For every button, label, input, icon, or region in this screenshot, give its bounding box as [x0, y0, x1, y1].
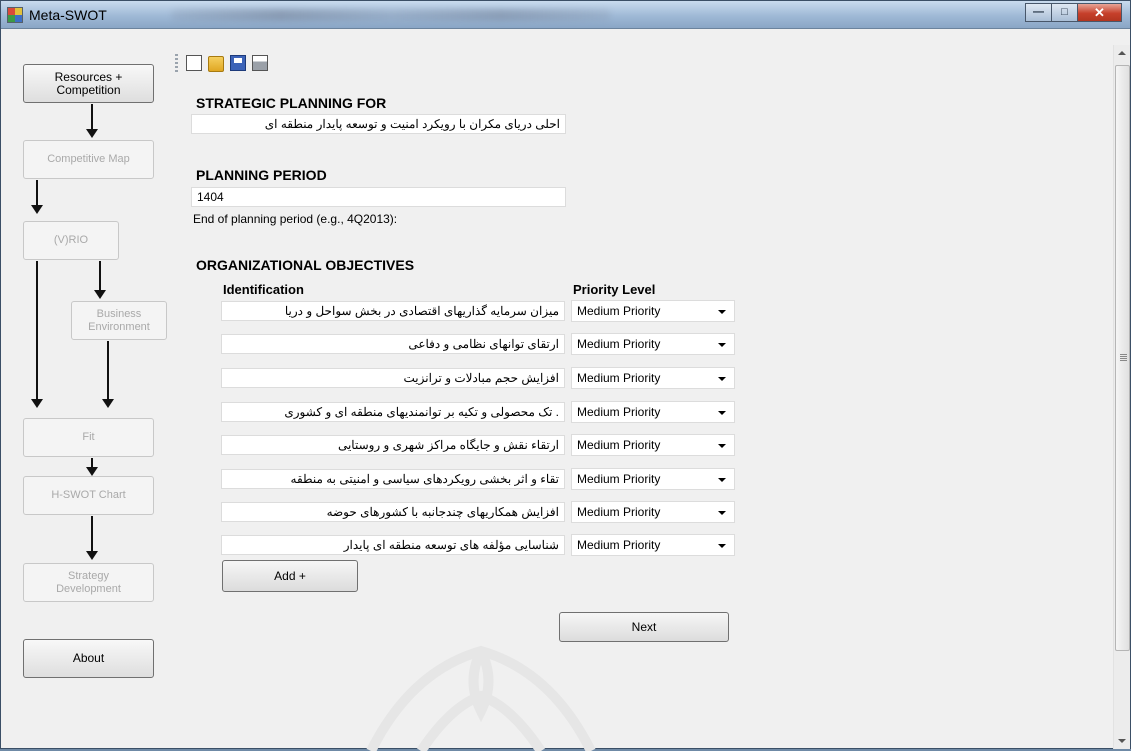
blurred-title-region: [171, 9, 611, 21]
window-title: Meta-SWOT: [29, 7, 107, 23]
priority-level-column-header: Priority Level: [573, 282, 656, 297]
toolbar-grip: [175, 54, 178, 72]
flow-arrow-line: [36, 180, 38, 205]
app-icon: [7, 7, 23, 23]
chevron-down-icon: [718, 444, 726, 448]
priority-select-value: Medium Priority: [577, 505, 661, 519]
watermark-emblem-icon: [366, 645, 596, 751]
planning-period-input[interactable]: 1404: [191, 187, 566, 207]
priority-select-value: Medium Priority: [577, 337, 661, 351]
chevron-down-icon: [718, 343, 726, 347]
sidebar-item-fit[interactable]: Fit: [23, 418, 154, 457]
minimize-icon[interactable]: —: [1025, 3, 1052, 22]
objective-input[interactable]: ارتقای توانهای نظامی و دفاعی: [221, 334, 565, 354]
strategic-planning-heading: STRATEGIC PLANNING FOR: [196, 95, 387, 111]
flow-arrow-line: [36, 261, 38, 399]
flow-arrow-line: [91, 104, 93, 129]
priority-select[interactable]: Medium Priority: [571, 401, 735, 423]
objective-input[interactable]: میزان سرمایه گذاریهای اقتصادی در بخش سوا…: [221, 301, 565, 321]
scrollbar-thumb[interactable]: [1115, 65, 1130, 651]
identification-column-header: Identification: [223, 282, 304, 297]
planning-period-heading: PLANNING PERIOD: [196, 167, 327, 183]
flow-arrow-line: [107, 341, 109, 399]
objective-input[interactable]: ارتقاء نقش و جایگاه مراکز شهری و روستایی: [221, 435, 565, 455]
arrow-down-icon: [86, 551, 98, 560]
chevron-down-icon: [718, 411, 726, 415]
objective-input[interactable]: افزایش حجم مبادلات و ترانزیت: [221, 368, 565, 388]
arrow-down-icon: [31, 205, 43, 214]
vertical-scrollbar[interactable]: [1113, 45, 1130, 749]
priority-select[interactable]: Medium Priority: [571, 300, 735, 322]
priority-select[interactable]: Medium Priority: [571, 468, 735, 490]
chevron-down-icon: [718, 310, 726, 314]
new-document-icon[interactable]: [186, 55, 202, 71]
maximize-icon[interactable]: □: [1051, 3, 1078, 22]
window-controls: — □ ✕: [1025, 3, 1122, 23]
add-objective-button[interactable]: Add +: [222, 560, 358, 592]
sidebar-item-resources-competition[interactable]: Resources + Competition: [23, 64, 154, 103]
scroll-grip-icon: [1120, 354, 1127, 361]
priority-select-value: Medium Priority: [577, 538, 661, 552]
priority-select[interactable]: Medium Priority: [571, 333, 735, 355]
scroll-up-icon[interactable]: [1118, 51, 1126, 55]
priority-select-value: Medium Priority: [577, 405, 661, 419]
sidebar-item-business-environment[interactable]: Business Environment: [71, 301, 167, 340]
flow-arrow-line: [99, 261, 101, 291]
chevron-down-icon: [718, 478, 726, 482]
planning-period-hint: End of planning period (e.g., 4Q2013):: [193, 212, 398, 226]
flow-arrow-line: [91, 516, 93, 551]
organizational-objectives-heading: ORGANIZATIONAL OBJECTIVES: [196, 257, 415, 273]
sidebar-item-h-swot-chart[interactable]: H-SWOT Chart: [23, 476, 154, 515]
sidebar-item-strategy-development[interactable]: Strategy Development: [23, 563, 154, 602]
open-folder-icon[interactable]: [208, 56, 224, 72]
arrow-down-icon: [94, 290, 106, 299]
strategic-planning-input[interactable]: احلی دریای مکران با رویکرد امنیت و توسعه…: [191, 114, 566, 134]
arrow-down-icon: [86, 467, 98, 476]
chevron-down-icon: [718, 544, 726, 548]
print-icon[interactable]: [252, 55, 268, 71]
title-bar: Meta-SWOT — □ ✕: [1, 1, 1130, 29]
objective-input[interactable]: . تک محصولی و تکیه بر توانمندیهای منطقه …: [221, 402, 565, 422]
chevron-down-icon: [718, 377, 726, 381]
arrow-down-icon: [86, 129, 98, 138]
priority-select-value: Medium Priority: [577, 438, 661, 452]
priority-select-value: Medium Priority: [577, 472, 661, 486]
close-icon[interactable]: ✕: [1077, 3, 1122, 22]
about-button[interactable]: About: [23, 639, 154, 678]
priority-select[interactable]: Medium Priority: [571, 434, 735, 456]
objective-input[interactable]: تقاء و اثر بخشی رویکردهای سیاسی و امنیتی…: [221, 469, 565, 489]
save-disk-icon[interactable]: [230, 55, 246, 71]
arrow-down-icon: [31, 399, 43, 408]
priority-select[interactable]: Medium Priority: [571, 367, 735, 389]
sidebar-item-competitive-map[interactable]: Competitive Map: [23, 140, 154, 179]
objective-input[interactable]: افزایش همکاریهای چندجانبه با کشورهای حوض…: [221, 502, 565, 522]
priority-select-value: Medium Priority: [577, 371, 661, 385]
chevron-down-icon: [718, 511, 726, 515]
app-window: Meta-SWOT — □ ✕ Resources + Competition …: [0, 0, 1131, 751]
objective-input[interactable]: شناسایی مؤلفه های توسعه منطقه ای پایدار: [221, 535, 565, 555]
priority-select-value: Medium Priority: [577, 304, 661, 318]
toolbar: [175, 53, 274, 73]
priority-select[interactable]: Medium Priority: [571, 534, 735, 556]
priority-select[interactable]: Medium Priority: [571, 501, 735, 523]
scroll-down-icon[interactable]: [1118, 739, 1126, 743]
sidebar-item-vrio[interactable]: (V)RIO: [23, 221, 119, 260]
arrow-down-icon: [102, 399, 114, 408]
